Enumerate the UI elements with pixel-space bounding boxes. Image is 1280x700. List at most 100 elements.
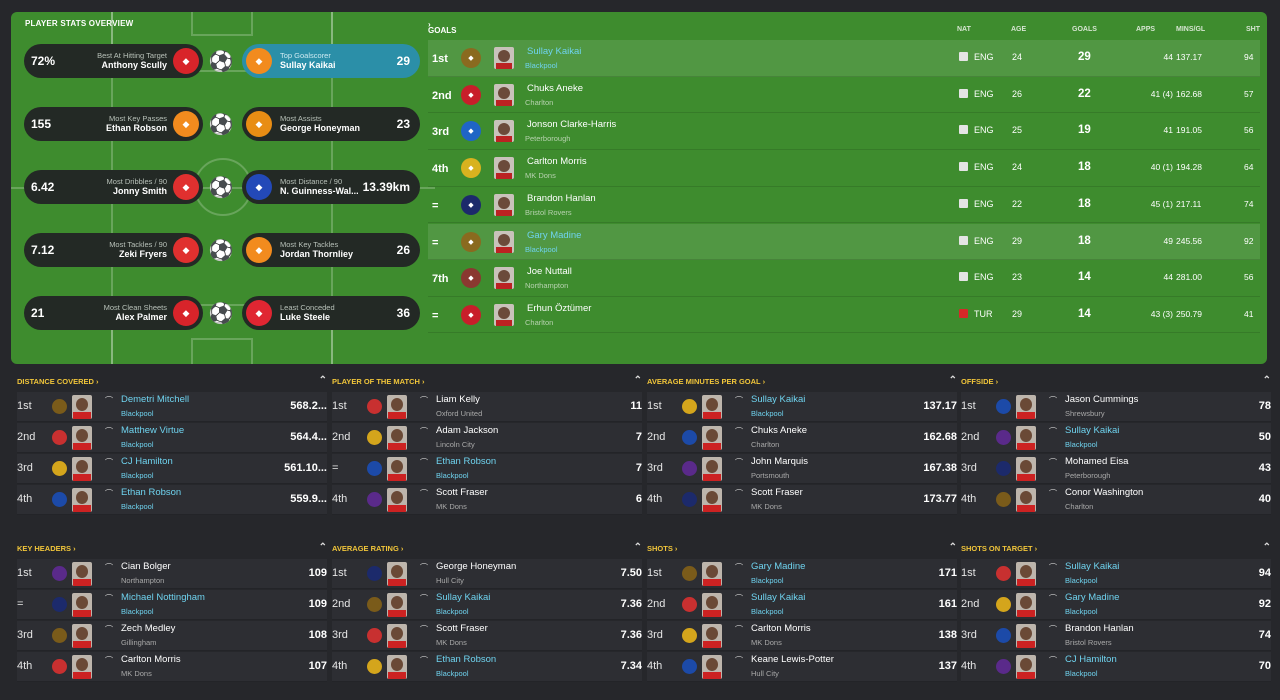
player-name-link[interactable]: Sullay Kaikai — [751, 592, 805, 603]
player-name-link[interactable]: Ethan Robson — [121, 487, 181, 498]
collapse-chevron-icon[interactable]: ⌃ — [319, 542, 327, 553]
player-name-link[interactable]: Cian Bolger — [121, 561, 171, 572]
stat-player-name[interactable]: Anthony Scully — [101, 60, 167, 71]
club-name-link[interactable]: Gillingham — [121, 638, 156, 647]
club-name-link[interactable]: Charlton — [1065, 502, 1093, 511]
list-item[interactable]: 4th ⌒ Carlton Morris MK Dons 107 — [17, 652, 327, 682]
club-name-link[interactable]: Blackpool — [121, 502, 154, 511]
player-name-link[interactable]: Scott Fraser — [436, 487, 488, 498]
player-name-link[interactable]: Carlton Morris — [751, 623, 811, 634]
goals-table-row[interactable]: = ◆ Erhun Öztümer Charlton TUR 29 14 43 (3) 250.… — [428, 297, 1260, 334]
goals-title[interactable]: GOALS › — [428, 20, 456, 35]
list-item[interactable]: 3rd ⌒ CJ Hamilton Blackpool 561.10... — [17, 454, 327, 484]
player-name-link[interactable]: Sullay Kaikai — [1065, 561, 1119, 572]
stat-pill-most-tackles[interactable]: 7.12 Most Tackles / 90 Zeki Fryers ◆ — [24, 233, 203, 267]
club-name-link[interactable]: Blackpool — [436, 669, 469, 678]
stat-player-name[interactable]: Jonny Smith — [113, 186, 167, 197]
list-item[interactable]: 4th ⌒ Conor Washington Charlton 40 — [961, 485, 1271, 515]
stat-player-name[interactable]: Alex Palmer — [115, 312, 167, 323]
overview-title[interactable]: PLAYER STATS OVERVIEW — [25, 19, 133, 28]
list-item[interactable]: 3rd ⌒ John Marquis Portsmouth 167.38 — [647, 454, 957, 484]
list-item[interactable]: 1st ⌒ Sullay Kaikai Blackpool 94 — [961, 559, 1271, 589]
club-name-link[interactable]: MK Dons — [121, 669, 152, 678]
stat-pill-most-key-tackles[interactable]: ◆ Most Key Tackles Jordan Thornliey 26 — [242, 233, 420, 267]
player-name-link[interactable]: Matthew Virtue — [121, 425, 184, 436]
list-item[interactable]: 3rd ⌒ Zech Medley Gillingham 108 — [17, 621, 327, 651]
club-name-link[interactable]: Blackpool — [751, 576, 784, 585]
club-name-link[interactable]: Blackpool — [525, 61, 558, 70]
panel-title[interactable]: AVERAGE MINUTES PER GOAL › ⌃ — [647, 375, 957, 391]
stat-player-name[interactable]: George Honeyman — [280, 123, 360, 134]
list-item[interactable]: 3rd ⌒ Brandon Hanlan Bristol Rovers 74 — [961, 621, 1271, 651]
collapse-chevron-icon[interactable]: ⌃ — [1263, 375, 1271, 386]
list-item[interactable]: 2nd ⌒ Adam Jackson Lincoln City 7 — [332, 423, 642, 453]
stat-pill-top-goalscorer[interactable]: ◆ Top Goalscorer Sullay Kaikai 29 — [242, 44, 420, 78]
club-name-link[interactable]: Portsmouth — [751, 471, 789, 480]
club-name-link[interactable]: Blackpool — [525, 245, 558, 254]
player-name-link[interactable]: CJ Hamilton — [121, 456, 173, 467]
player-name-link[interactable]: Ethan Robson — [436, 654, 496, 665]
club-name-link[interactable]: Lincoln City — [436, 440, 475, 449]
col-age[interactable]: AGE — [1011, 26, 1026, 33]
goals-table-row[interactable]: 2nd ◆ Chuks Aneke Charlton ENG 26 22 41 (4) 162.… — [428, 77, 1260, 114]
list-item[interactable]: 4th ⌒ Scott Fraser MK Dons 6 — [332, 485, 642, 515]
list-item[interactable]: 4th ⌒ Ethan Robson Blackpool 7.34 — [332, 652, 642, 682]
club-name-link[interactable]: Oxford United — [436, 409, 482, 418]
stat-player-name[interactable]: Jordan Thornliey — [280, 249, 353, 260]
list-item[interactable]: = ⌒ Ethan Robson Blackpool 7 — [332, 454, 642, 484]
list-item[interactable]: 3rd ⌒ Carlton Morris MK Dons 138 — [647, 621, 957, 651]
list-item[interactable]: 1st ⌒ Liam Kelly Oxford United 11 — [332, 392, 642, 422]
player-name-link[interactable]: Conor Washington — [1065, 487, 1143, 498]
player-name-link[interactable]: Michael Nottingham — [121, 592, 205, 603]
col-sht[interactable]: SHT — [1246, 26, 1260, 33]
list-item[interactable]: 3rd ⌒ Scott Fraser MK Dons 7.36 — [332, 621, 642, 651]
club-name-link[interactable]: Bristol Rovers — [525, 208, 572, 217]
list-item[interactable]: 1st ⌒ Jason Cummings Shrewsbury 78 — [961, 392, 1271, 422]
player-name-link[interactable]: Carlton Morris — [527, 156, 587, 167]
panel-title[interactable]: KEY HEADERS › ⌃ — [17, 542, 327, 558]
club-name-link[interactable]: Charlton — [525, 98, 553, 107]
player-name-link[interactable]: Gary Madine — [751, 561, 805, 572]
club-name-link[interactable]: Bristol Rovers — [1065, 638, 1112, 647]
list-item[interactable]: 1st ⌒ Demetri Mitchell Blackpool 568.2... — [17, 392, 327, 422]
club-name-link[interactable]: MK Dons — [436, 502, 467, 511]
player-name-link[interactable]: Ethan Robson — [436, 456, 496, 467]
player-name-link[interactable]: Liam Kelly — [436, 394, 480, 405]
player-name-link[interactable]: Chuks Aneke — [527, 83, 583, 94]
club-name-link[interactable]: Shrewsbury — [1065, 409, 1105, 418]
stat-player-name[interactable]: Zeki Fryers — [119, 249, 167, 260]
player-name-link[interactable]: Joe Nuttall — [527, 266, 572, 277]
collapse-chevron-icon[interactable]: ⌃ — [634, 542, 642, 553]
player-name-link[interactable]: Scott Fraser — [751, 487, 803, 498]
list-item[interactable]: 2nd ⌒ Sullay Kaikai Blackpool 161 — [647, 590, 957, 620]
player-name-link[interactable]: George Honeyman — [436, 561, 516, 572]
club-name-link[interactable]: Blackpool — [1065, 669, 1098, 678]
collapse-chevron-icon[interactable]: ⌃ — [634, 375, 642, 386]
player-name-link[interactable]: Sullay Kaikai — [527, 46, 581, 57]
stat-pill-most-key-passes[interactable]: 155 Most Key Passes Ethan Robson ◆ — [24, 107, 203, 141]
player-name-link[interactable]: CJ Hamilton — [1065, 654, 1117, 665]
club-name-link[interactable]: Peterborough — [525, 134, 570, 143]
collapse-chevron-icon[interactable]: ⌃ — [1263, 542, 1271, 553]
stat-pill-most-assists[interactable]: ◆ Most Assists George Honeyman 23 — [242, 107, 420, 141]
club-name-link[interactable]: Blackpool — [436, 471, 469, 480]
list-item[interactable]: 4th ⌒ CJ Hamilton Blackpool 70 — [961, 652, 1271, 682]
club-name-link[interactable]: MK Dons — [751, 638, 782, 647]
stat-pill-least-conceded[interactable]: ◆ Least Conceded Luke Steele 36 — [242, 296, 420, 330]
player-name-link[interactable]: Chuks Aneke — [751, 425, 807, 436]
panel-title[interactable]: SHOTS › ⌃ — [647, 542, 957, 558]
list-item[interactable]: 2nd ⌒ Gary Madine Blackpool 92 — [961, 590, 1271, 620]
col-nat[interactable]: NAT — [957, 26, 971, 33]
player-name-link[interactable]: Gary Madine — [527, 230, 581, 241]
club-name-link[interactable]: Blackpool — [121, 607, 154, 616]
player-name-link[interactable]: Sullay Kaikai — [1065, 425, 1119, 436]
club-name-link[interactable]: Blackpool — [1065, 576, 1098, 585]
list-item[interactable]: 2nd ⌒ Sullay Kaikai Blackpool 7.36 — [332, 590, 642, 620]
list-item[interactable]: 1st ⌒ George Honeyman Hull City 7.50 — [332, 559, 642, 589]
stat-pill-most-distance[interactable]: ◆ Most Distance / 90 N. Guinness-Wal... 1… — [242, 170, 420, 204]
panel-title[interactable]: SHOTS ON TARGET › ⌃ — [961, 542, 1271, 558]
stat-player-name[interactable]: Luke Steele — [280, 312, 330, 323]
list-item[interactable]: 4th ⌒ Keane Lewis-Potter Hull City 137 — [647, 652, 957, 682]
club-name-link[interactable]: Blackpool — [121, 471, 154, 480]
panel-title[interactable]: DISTANCE COVERED › ⌃ — [17, 375, 327, 391]
